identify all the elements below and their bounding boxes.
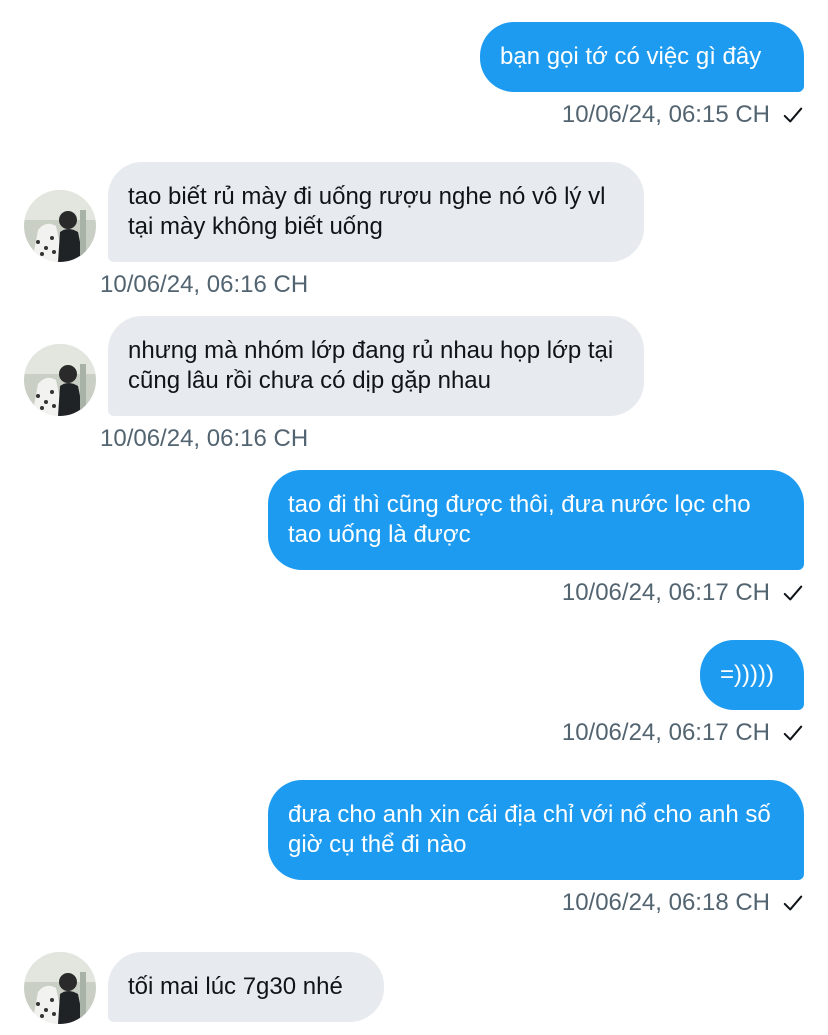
message-text: tao đi thì cũng được thôi, đưa nước lọc … bbox=[288, 491, 751, 548]
timestamp-text: 10/06/24, 06:17 CH bbox=[561, 579, 770, 606]
message-bubble-outgoing[interactable]: đưa cho anh xin cái địa chỉ với nổ cho a… bbox=[268, 780, 804, 880]
timestamp-text: 10/06/24, 06:18 CH bbox=[561, 889, 770, 916]
avatar[interactable] bbox=[24, 952, 96, 1024]
message-text: đưa cho anh xin cái địa chỉ với nổ cho a… bbox=[288, 801, 771, 858]
message-timestamp: 10/06/24, 06:16 CH bbox=[100, 424, 308, 454]
message-bubble-incoming[interactable]: nhưng mà nhóm lớp đang rủ nhau họp lớp t… bbox=[108, 316, 644, 416]
avatar-image bbox=[24, 190, 96, 262]
message-bubble-incoming[interactable]: tao biết rủ mày đi uống rượu nghe nó vô … bbox=[108, 162, 644, 262]
message-timestamp: 10/06/24, 06:17 CH bbox=[562, 718, 804, 748]
timestamp-text: 10/06/24, 06:16 CH bbox=[100, 271, 309, 298]
avatar[interactable] bbox=[24, 190, 96, 262]
message-text: tao biết rủ mày đi uống rượu nghe nó vô … bbox=[128, 183, 606, 240]
timestamp-text: 10/06/24, 06:15 CH bbox=[561, 101, 770, 128]
check-icon bbox=[783, 107, 803, 123]
message-timestamp: 10/06/24, 06:16 CH bbox=[100, 270, 308, 300]
avatar-image bbox=[24, 952, 96, 1024]
message-bubble-incoming[interactable]: tối mai lúc 7g30 nhé bbox=[108, 952, 384, 1022]
message-timestamp: 10/06/24, 06:17 CH bbox=[562, 578, 804, 608]
timestamp-text: 10/06/24, 06:17 CH bbox=[561, 719, 770, 746]
avatar-image bbox=[24, 344, 96, 416]
message-text: tối mai lúc 7g30 nhé bbox=[128, 973, 343, 1000]
message-text: bạn gọi tớ có việc gì đây bbox=[500, 43, 762, 70]
check-icon bbox=[783, 585, 803, 601]
check-icon bbox=[783, 725, 803, 741]
message-text: =))))) bbox=[720, 661, 774, 688]
message-bubble-outgoing[interactable]: tao đi thì cũng được thôi, đưa nước lọc … bbox=[268, 470, 804, 570]
message-bubble-outgoing[interactable]: bạn gọi tớ có việc gì đây bbox=[480, 22, 804, 92]
check-icon bbox=[783, 895, 803, 911]
message-timestamp: 10/06/24, 06:15 CH bbox=[562, 100, 804, 130]
message-bubble-outgoing[interactable]: =))))) bbox=[700, 640, 804, 710]
avatar[interactable] bbox=[24, 344, 96, 416]
message-timestamp: 10/06/24, 06:18 CH bbox=[562, 888, 804, 918]
timestamp-text: 10/06/24, 06:16 CH bbox=[100, 425, 309, 452]
message-text: nhưng mà nhóm lớp đang rủ nhau họp lớp t… bbox=[128, 337, 614, 394]
